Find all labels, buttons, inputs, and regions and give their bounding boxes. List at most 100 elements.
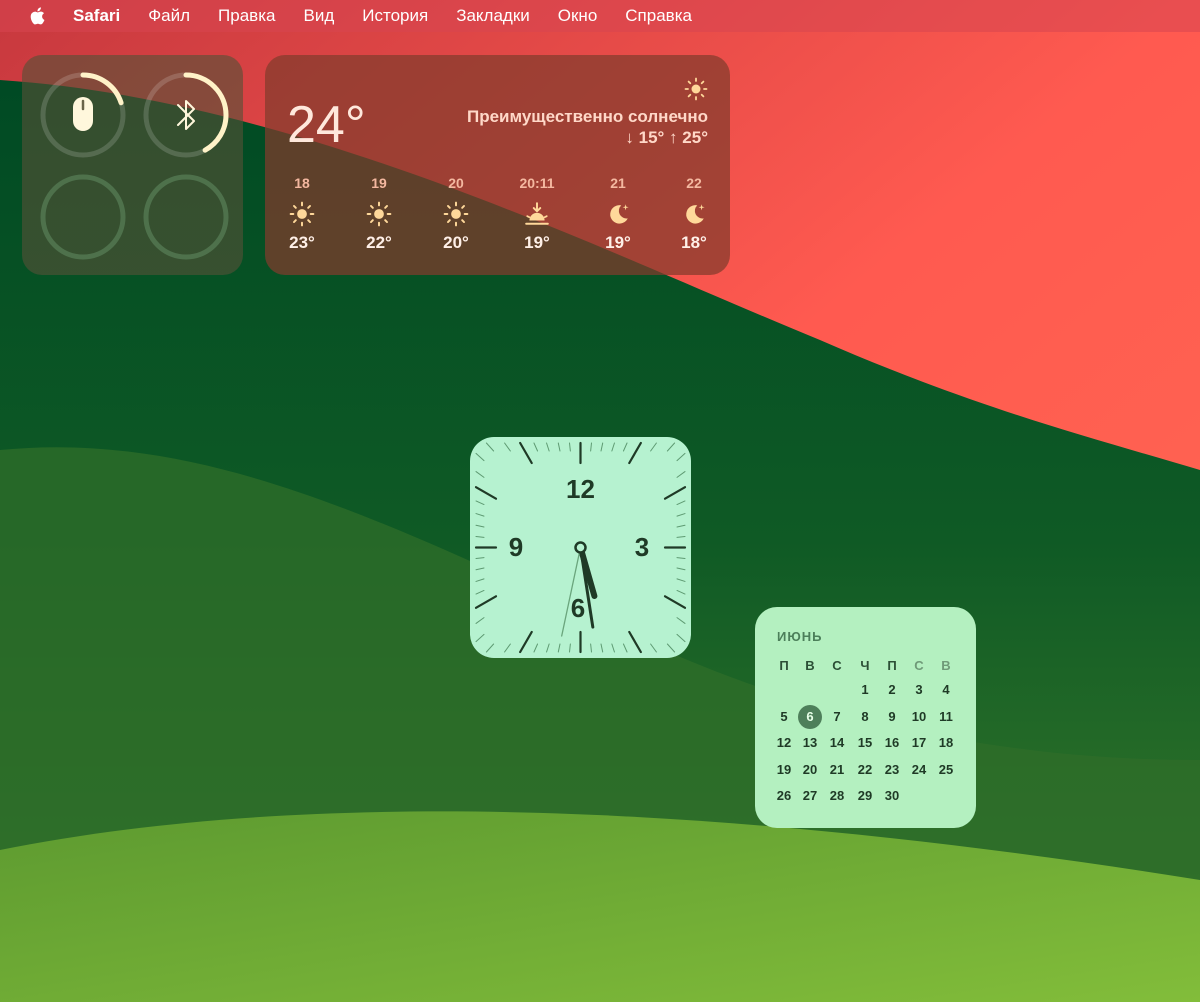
- clock-minute-tick: [676, 452, 686, 462]
- forecast-temp: 19°: [524, 233, 550, 252]
- clock-minute-tick: [485, 442, 495, 452]
- forecast-hour: 22 18°: [659, 173, 729, 253]
- clock-minute-tick: [475, 524, 485, 528]
- calendar-day: 12: [776, 735, 792, 750]
- mouse-icon: [73, 97, 93, 131]
- forecast-time: 22: [686, 175, 702, 191]
- clock-minute-tick: [485, 643, 495, 653]
- forecast-temp: 19°: [605, 233, 631, 252]
- menu-bookmarks[interactable]: Закладки: [456, 6, 530, 26]
- clock-minute-tick: [475, 500, 485, 506]
- clock-minute-tick: [557, 643, 561, 653]
- calendar-day: 22: [857, 761, 873, 777]
- apple-logo-icon[interactable]: [27, 5, 49, 27]
- clock-minute-tick: [569, 643, 571, 653]
- clock-minute-tick: [676, 536, 686, 538]
- clock-hour-tick: [663, 486, 687, 500]
- clock-number-9: 9: [509, 532, 523, 562]
- sun-icon: [289, 201, 315, 227]
- calendar-day: 19: [776, 761, 792, 777]
- clock-minute-tick: [676, 567, 686, 571]
- calendar-today: 6: [798, 704, 822, 729]
- calendar-day: 4: [942, 682, 950, 697]
- clock-minute-tick: [533, 643, 539, 653]
- sunset-icon: [525, 202, 549, 225]
- weather-widget[interactable]: 24° Преимущественно солнечно ↓ 15° ↑ 25°…: [265, 55, 730, 275]
- calendar-weekday: П: [779, 658, 789, 673]
- calendar-day: 20: [802, 761, 818, 777]
- calendar-widget[interactable]: ИЮНЬ П В С Ч П С В 1 2 3 4 5 6 7 8 9 10 11 12 13 14 15 16 17 18 1…: [755, 607, 976, 828]
- menu-app-name[interactable]: Safari: [73, 6, 120, 26]
- calendar-day: 11: [939, 708, 953, 724]
- clock-hour-tick: [628, 630, 642, 654]
- clock-minute-tick: [600, 442, 604, 452]
- calendar-day: 2: [888, 682, 896, 697]
- clock-number-6: 6: [571, 593, 585, 623]
- clock-minute-tick: [676, 513, 686, 517]
- forecast-hour: 18 23°: [267, 173, 337, 253]
- moon-icon: [686, 204, 705, 224]
- sun-icon: [366, 201, 392, 227]
- clock-minute-tick: [676, 589, 686, 595]
- calendar-day: 17: [911, 735, 927, 750]
- calendar-day: 3: [915, 682, 923, 697]
- forecast-time: 21: [610, 175, 626, 191]
- clock-hour-tick: [474, 595, 498, 609]
- clock-minute-tick: [475, 513, 485, 517]
- analog-clock-face: 12 3 6 9: [474, 441, 687, 654]
- menu-edit[interactable]: Правка: [218, 6, 275, 26]
- forecast-time: 20:11: [519, 175, 555, 191]
- battery-widget[interactable]: [22, 55, 243, 275]
- menu-file[interactable]: Файл: [148, 6, 190, 26]
- calendar-day: 16: [884, 735, 900, 750]
- clock-minute-tick: [475, 633, 485, 643]
- forecast-hour: 20 20°: [421, 173, 491, 253]
- forecast-hour: 20:11 19°: [502, 173, 572, 253]
- clock-minute-tick: [611, 643, 615, 653]
- battery-ring-empty-2: [143, 174, 229, 260]
- forecast-temp: 20°: [443, 233, 469, 252]
- calendar-day: 10: [911, 708, 927, 724]
- weather-condition: Преимущественно солнечно: [466, 107, 708, 126]
- forecast-temp: 22°: [366, 233, 392, 252]
- battery-ring-mouse: [40, 72, 126, 158]
- clock-number-12: 12: [566, 474, 595, 504]
- menu-history[interactable]: История: [362, 6, 428, 26]
- calendar-day: 23: [884, 761, 900, 777]
- clock-minute-tick: [676, 633, 686, 643]
- menu-help[interactable]: Справка: [625, 6, 692, 26]
- calendar-day: 15: [857, 735, 873, 750]
- clock-minute-tick: [676, 500, 686, 506]
- clock-minute-tick: [546, 643, 550, 653]
- clock-center-pin: [574, 541, 587, 554]
- clock-minute-tick: [622, 442, 628, 452]
- forecast-temp: 18°: [681, 233, 707, 252]
- clock-number-3: 3: [635, 532, 649, 562]
- clock-minute-tick: [475, 557, 485, 559]
- clock-minute-tick: [475, 452, 485, 462]
- forecast-hour: 21 19°: [583, 173, 653, 253]
- calendar-day: 28: [829, 788, 845, 803]
- calendar-day: 29: [857, 788, 873, 803]
- clock-minute-tick: [569, 442, 571, 452]
- clock-minute-tick: [622, 643, 628, 653]
- clock-minute-tick: [666, 442, 676, 452]
- calendar-day: 27: [802, 788, 818, 803]
- clock-minute-tick: [600, 643, 604, 653]
- current-temperature: 24°: [287, 96, 366, 154]
- calendar-day: 5: [780, 708, 788, 724]
- clock-minute-tick: [504, 442, 511, 452]
- clock-widget[interactable]: 12 3 6 9: [470, 437, 691, 658]
- clock-minute-tick: [475, 578, 485, 582]
- clock-minute-tick: [475, 471, 485, 478]
- calendar-day: 8: [861, 708, 869, 724]
- calendar-day: 26: [776, 788, 792, 803]
- battery-ring-empty-1: [40, 174, 126, 260]
- menu-view[interactable]: Вид: [303, 6, 334, 26]
- menu-window[interactable]: Окно: [558, 6, 598, 26]
- calendar-day: 21: [829, 761, 845, 777]
- clock-minute-tick: [546, 442, 550, 452]
- clock-minute-tick: [676, 617, 686, 624]
- calendar-day: 30: [884, 788, 900, 803]
- calendar-day: 13: [802, 735, 818, 750]
